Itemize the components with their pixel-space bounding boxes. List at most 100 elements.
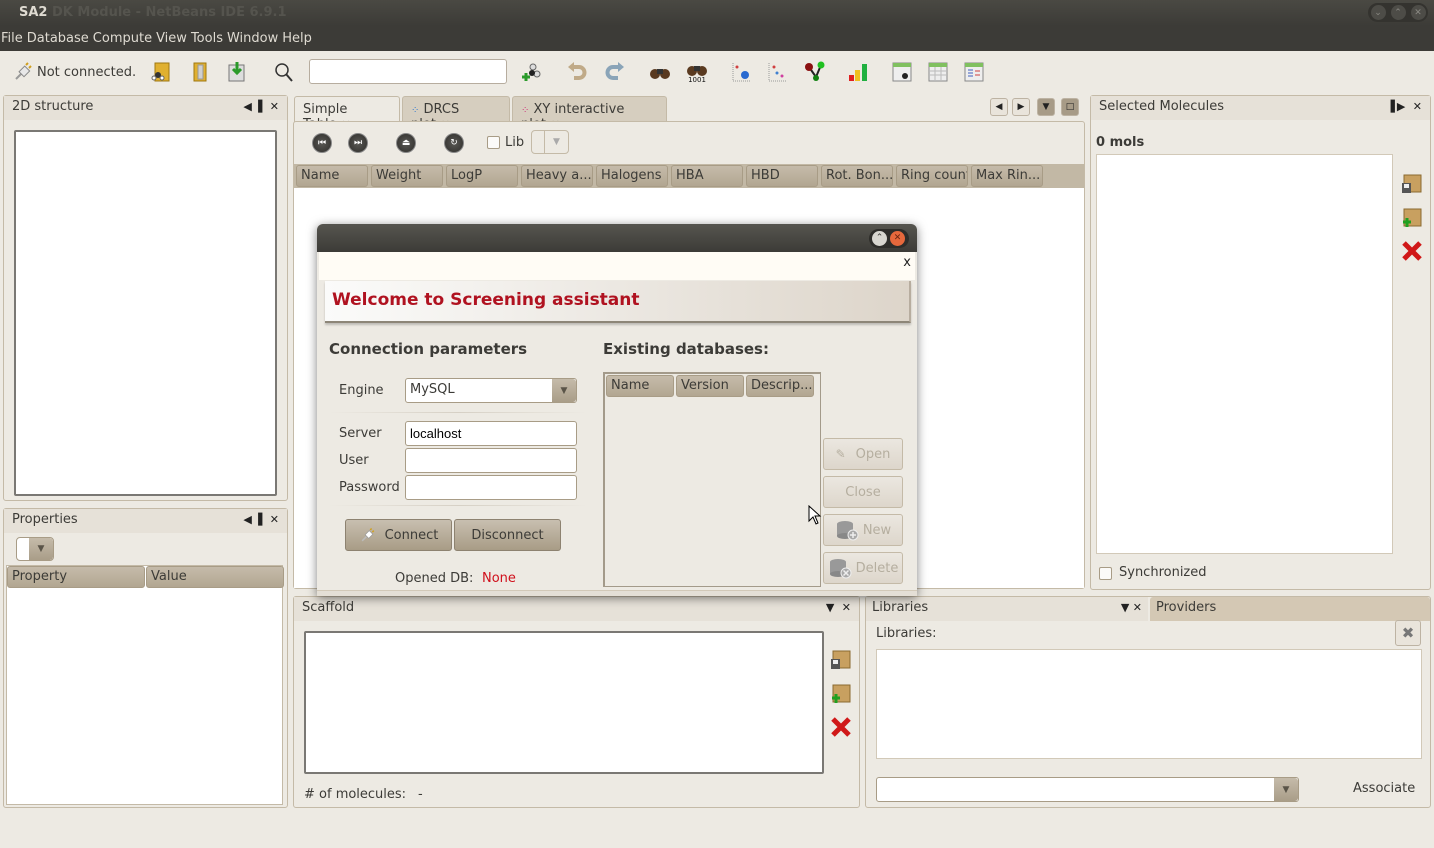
new-db-button[interactable]: New xyxy=(823,514,903,546)
close-db-button[interactable]: Close xyxy=(823,476,903,508)
engine-select[interactable]: MySQL ▼ xyxy=(405,378,577,403)
column-header-hba[interactable]: HBA xyxy=(671,165,743,187)
plug-icon: ✎ xyxy=(835,447,846,461)
tab-simple-table[interactable]: Simple Table✕ xyxy=(294,96,400,132)
structure-canvas[interactable] xyxy=(14,130,277,496)
properties-combo[interactable]: ▼ xyxy=(16,537,54,561)
table-icon[interactable] xyxy=(927,61,949,83)
connect-button[interactable]: Connect xyxy=(345,519,452,551)
xy-plot-icon[interactable] xyxy=(767,61,789,83)
minimize-panel-icon[interactable]: ▼ xyxy=(1121,601,1129,614)
first-page-button[interactable]: ⏮ xyxy=(312,133,332,153)
clear-libraries-button[interactable]: ✖ xyxy=(1395,620,1421,646)
server-input[interactable] xyxy=(405,421,577,446)
eject-button[interactable]: ⏏ xyxy=(396,133,416,153)
minimize-panel-icon[interactable]: ◀▐ xyxy=(243,100,264,113)
maximize-button[interactable]: ⌃ xyxy=(1390,5,1406,20)
undo-icon[interactable] xyxy=(566,61,588,83)
bar-chart-icon[interactable] xyxy=(847,61,869,83)
column-header-weight[interactable]: Weight xyxy=(371,165,443,187)
delete-db-button[interactable]: Delete xyxy=(823,552,903,584)
column-header-version[interactable]: Version xyxy=(676,375,744,397)
library-combo[interactable]: ▼ xyxy=(876,777,1299,802)
column-header-hbd[interactable]: HBD xyxy=(746,165,818,187)
graph-nodes-icon[interactable] xyxy=(804,61,826,83)
column-header-name[interactable]: Name xyxy=(606,375,674,397)
associate-button[interactable]: Associate xyxy=(1353,781,1415,796)
chevron-down-icon: ▼ xyxy=(552,379,576,402)
properties-table: Property Value xyxy=(6,565,284,805)
table-list-icon[interactable] xyxy=(963,61,985,83)
selected-molecules-list[interactable] xyxy=(1096,154,1393,554)
menu-window[interactable]: Window xyxy=(226,31,281,46)
maximize-editor-button[interactable]: □ xyxy=(1061,98,1079,116)
save-box-icon[interactable] xyxy=(1401,172,1423,194)
open-db-button[interactable]: ✎ Open xyxy=(823,438,903,470)
column-header-property[interactable]: Property xyxy=(7,566,145,588)
lib-checkbox[interactable] xyxy=(487,136,500,149)
close-panel-icon[interactable]: ✕ xyxy=(842,601,853,614)
tab-libraries[interactable]: Libraries ▼ ✕ xyxy=(866,597,1148,621)
scroll-tabs-left-button[interactable]: ◀ xyxy=(990,98,1008,116)
scaffold-canvas[interactable] xyxy=(304,631,824,774)
tab-providers[interactable]: Providers xyxy=(1150,597,1430,621)
plug-icon[interactable] xyxy=(12,61,34,83)
user-input[interactable] xyxy=(405,448,577,473)
libraries-list[interactable] xyxy=(876,649,1422,759)
open-molecule-folder-icon[interactable] xyxy=(150,61,172,83)
add-molecule-icon[interactable] xyxy=(520,61,542,83)
minimize-panel-icon[interactable]: ◀▐ xyxy=(243,513,264,526)
tab-xy-interactive-plot[interactable]: ⁘ XY interactive plot✕ xyxy=(512,96,667,132)
search-icon[interactable] xyxy=(273,61,295,83)
import-disk-icon[interactable] xyxy=(226,61,248,83)
delete-icon[interactable] xyxy=(1401,240,1423,262)
menu-compute[interactable]: Compute xyxy=(92,31,155,46)
password-input[interactable] xyxy=(405,475,577,500)
binoculars-icon[interactable] xyxy=(649,61,671,83)
table-molecule-icon[interactable] xyxy=(891,61,913,83)
column-header-name[interactable]: Name xyxy=(296,165,368,187)
minimize-panel-icon[interactable]: ▼ xyxy=(826,601,836,614)
refresh-button[interactable]: ↻ xyxy=(444,133,464,153)
dialog-close-button[interactable]: ✕ xyxy=(890,231,905,246)
redo-icon[interactable] xyxy=(604,61,626,83)
menu-view[interactable]: View xyxy=(155,31,190,46)
close-panel-icon[interactable]: ✕ xyxy=(1413,100,1424,113)
add-box-icon[interactable] xyxy=(830,682,852,704)
connection-status: Not connected. xyxy=(37,64,137,80)
close-panel-icon[interactable]: ✕ xyxy=(270,100,281,113)
close-panel-icon[interactable]: ✕ xyxy=(1133,601,1142,614)
dialog-close-icon[interactable]: x xyxy=(903,255,911,270)
save-box-icon[interactable] xyxy=(830,648,852,670)
menu-file[interactable]: File xyxy=(0,31,26,46)
search-input[interactable] xyxy=(309,59,507,84)
menu-help[interactable]: Help xyxy=(281,31,315,46)
tab-list-dropdown-button[interactable]: ▼ xyxy=(1037,98,1055,116)
open-folder-icon[interactable] xyxy=(189,61,211,83)
scroll-tabs-right-button[interactable]: ▶ xyxy=(1012,98,1030,116)
lib-combo[interactable]: ▼ xyxy=(531,130,569,154)
close-button[interactable]: ✕ xyxy=(1410,5,1426,20)
minimize-button[interactable]: ⌄ xyxy=(1370,5,1386,20)
close-panel-icon[interactable]: ✕ xyxy=(270,513,281,526)
column-header-halogens[interactable]: Halogens xyxy=(596,165,668,187)
dialog-minimize-button[interactable]: ⌃ xyxy=(872,231,887,246)
column-header-value[interactable]: Value xyxy=(146,566,284,588)
disconnect-button[interactable]: Disconnect xyxy=(454,519,561,551)
dock-panel-icon[interactable]: ▐▶ xyxy=(1386,100,1407,113)
add-box-icon[interactable] xyxy=(1401,206,1423,228)
column-header-heavy-atoms[interactable]: Heavy a... xyxy=(521,165,593,187)
column-header-max-ring[interactable]: Max Rin... xyxy=(971,165,1043,187)
delete-icon[interactable] xyxy=(830,716,852,738)
synchronized-checkbox[interactable] xyxy=(1099,567,1112,580)
menu-tools[interactable]: Tools xyxy=(190,31,226,46)
column-header-description[interactable]: Descrip... xyxy=(746,375,814,397)
binoculars-1001-icon[interactable]: 1001 xyxy=(686,61,708,83)
column-header-rot-bonds[interactable]: Rot. Bon... xyxy=(821,165,893,187)
last-page-button[interactable]: ⏭ xyxy=(348,133,368,153)
column-header-ring-count[interactable]: Ring count xyxy=(896,165,968,187)
menu-database[interactable]: Database xyxy=(26,31,92,46)
tab-drcs-plot[interactable]: ⁘ DRCS plot✕ xyxy=(402,96,510,132)
drcs-plot-icon[interactable] xyxy=(731,61,753,83)
column-header-logp[interactable]: LogP xyxy=(446,165,518,187)
